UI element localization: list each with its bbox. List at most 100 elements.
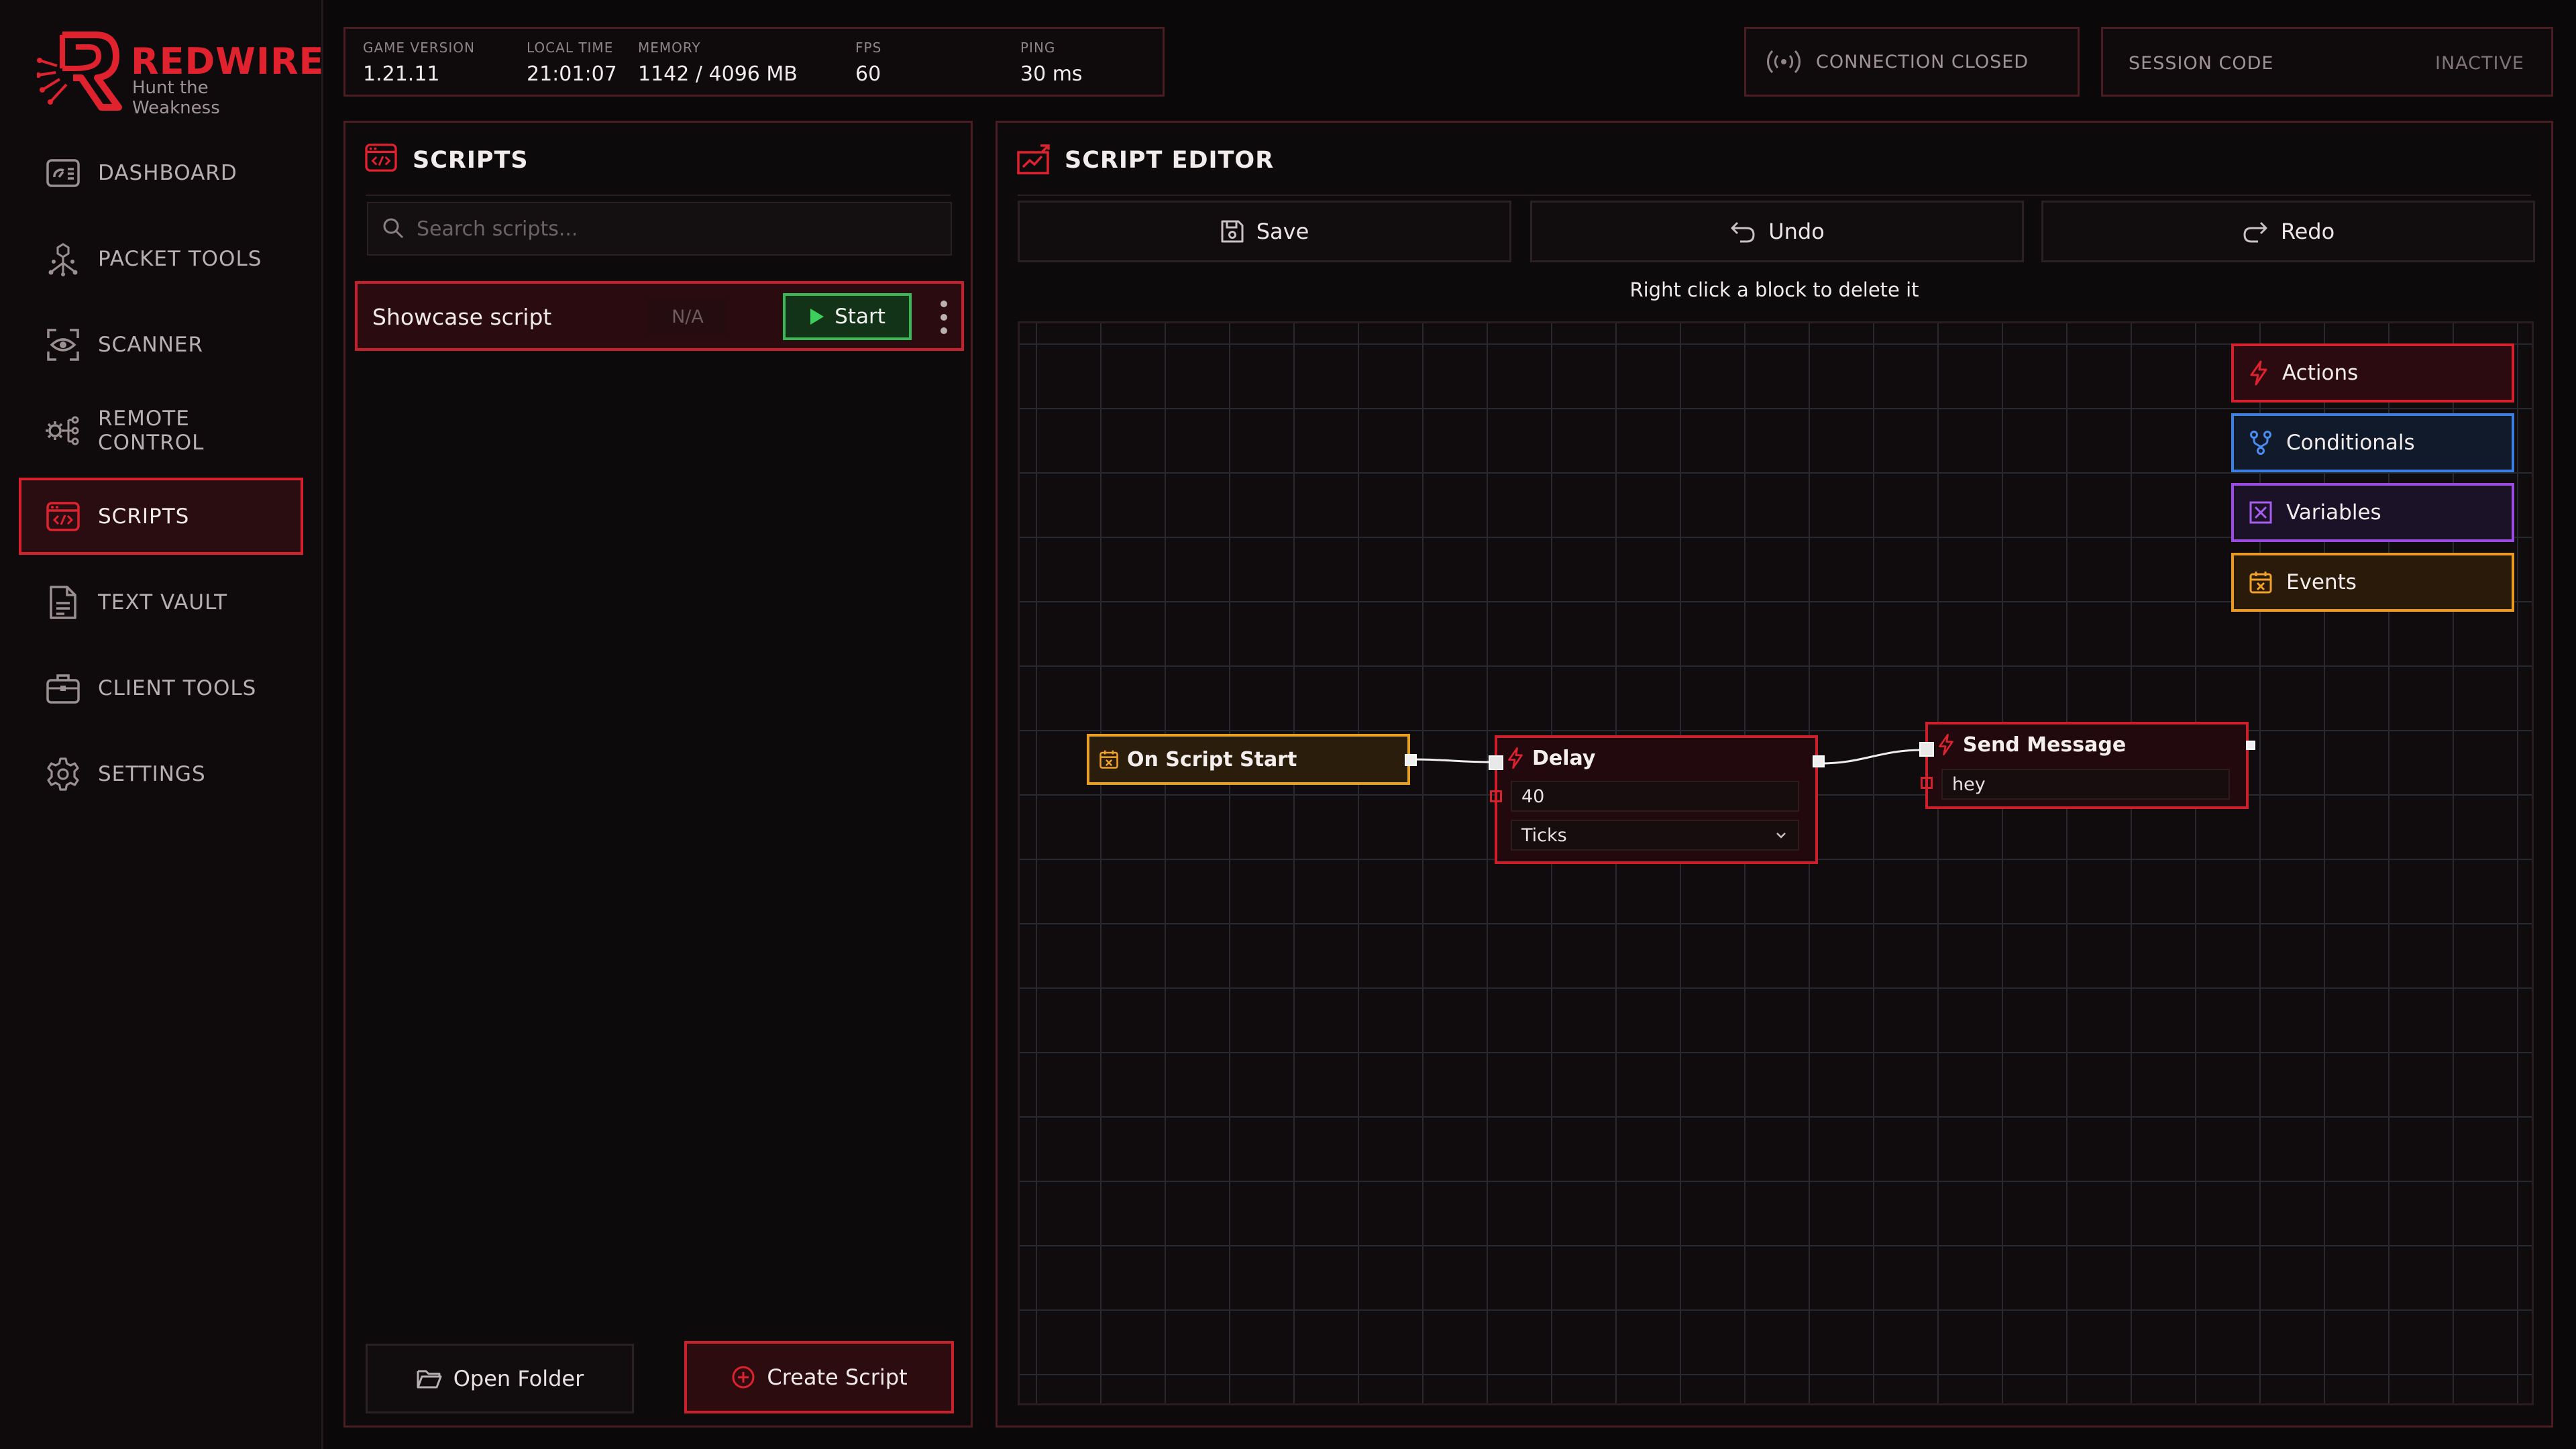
script-list-item[interactable]: Showcase script N/A Start — [355, 281, 964, 351]
palette-variables-label: Variables — [2286, 500, 2381, 525]
sidebar-item-dashboard[interactable]: DASHBOARD — [19, 134, 303, 211]
stat-value: 21:01:07 — [527, 62, 617, 86]
start-label: Start — [835, 305, 885, 329]
stat-label: LOCAL TIME — [527, 40, 614, 56]
node-header: On Script Start — [1089, 737, 1407, 782]
stat-fps: FPS 60 — [855, 40, 881, 86]
redo-label: Redo — [2280, 219, 2335, 244]
node-title: On Script Start — [1127, 747, 1297, 771]
sidebar-item-settings[interactable]: SETTINGS — [19, 735, 303, 812]
script-editor-panel: SCRIPT EDITOR Save Undo Redo Right click… — [996, 121, 2553, 1428]
node-output-port[interactable] — [2246, 741, 2255, 750]
sidebar-item-text-vault[interactable]: TEXT VAULT — [19, 564, 303, 641]
sidebar-nav: DASHBOARD PACKET TOOLS SCANNER REMOTE CO… — [19, 134, 303, 821]
delay-amount-input[interactable]: 40 — [1511, 781, 1799, 812]
undo-label: Undo — [1768, 219, 1825, 244]
stat-memory: MEMORY 1142 / 4096 MB — [638, 40, 798, 86]
sidebar-item-label: TEXT VAULT — [98, 590, 228, 614]
sidebar-item-client-tools[interactable]: CLIENT TOOLS — [19, 649, 303, 727]
redo-button[interactable]: Redo — [2041, 201, 2535, 262]
node-input-port[interactable] — [1919, 742, 1934, 757]
save-icon — [1221, 220, 1244, 243]
script-name: Showcase script — [372, 304, 552, 330]
create-script-button[interactable]: Create Script — [684, 1341, 954, 1413]
lightning-icon — [2250, 360, 2267, 386]
node-input-port[interactable] — [1489, 755, 1503, 770]
sidebar-item-label: SCRIPTS — [98, 504, 190, 529]
app-tagline: Hunt the Weakness — [132, 78, 220, 118]
calendar-event-icon — [1099, 750, 1118, 769]
node-title: Send Message — [1963, 733, 2127, 757]
eye-scan-icon — [44, 326, 82, 364]
delay-unit-value: Ticks — [1521, 824, 1567, 846]
stat-label: GAME VERSION — [363, 40, 475, 56]
stat-game-version: GAME VERSION 1.21.11 — [363, 40, 475, 86]
send-message-input[interactable]: hey — [1941, 769, 2230, 800]
palette-conditionals-label: Conditionals — [2286, 431, 2415, 455]
node-value-port[interactable] — [1490, 790, 1502, 802]
scripts-icon — [44, 498, 82, 535]
node-value-port[interactable] — [1921, 777, 1933, 789]
start-script-button[interactable]: Start — [783, 293, 912, 340]
redwire-logo-icon — [37, 32, 122, 111]
node-output-port[interactable] — [1405, 754, 1417, 766]
briefcase-icon — [44, 669, 82, 707]
palette-variables-button[interactable]: Variables — [2231, 483, 2514, 542]
wire-delay-to-send — [1819, 749, 1923, 765]
node-delay[interactable]: Delay 40 Ticks — [1489, 735, 1825, 864]
session-code[interactable]: SESSION CODE INACTIVE — [2101, 27, 2553, 97]
palette-conditionals-button[interactable]: Conditionals — [2231, 413, 2514, 472]
connection-status[interactable]: CONNECTION CLOSED — [1744, 27, 2080, 97]
delay-unit-select[interactable]: Ticks — [1511, 820, 1799, 851]
palette-actions-label: Actions — [2282, 361, 2359, 385]
more-options-icon[interactable] — [934, 297, 953, 337]
node-title: Delay — [1532, 746, 1596, 770]
palette-events-label: Events — [2286, 570, 2357, 594]
script-search[interactable] — [367, 202, 952, 256]
delay-amount-value: 40 — [1521, 786, 1545, 807]
dashboard-icon — [44, 154, 82, 192]
undo-button[interactable]: Undo — [1530, 201, 2024, 262]
redo-icon — [2243, 221, 2267, 243]
node-canvas[interactable]: Actions Conditionals Variables Events On… — [1018, 321, 2534, 1405]
palette-events-button[interactable]: Events — [2231, 553, 2514, 612]
sidebar-item-scripts[interactable]: SCRIPTS — [19, 478, 303, 555]
broadcast-icon — [1765, 48, 1803, 75]
stat-label: PING — [1020, 40, 1056, 56]
sidebar-item-packet-tools[interactable]: PACKET TOOLS — [19, 220, 303, 297]
variable-icon — [2249, 501, 2272, 524]
sidebar-item-label: REMOTE CONTROL — [98, 406, 205, 455]
packet-tools-icon — [44, 240, 82, 278]
folder-icon — [417, 1370, 442, 1389]
scripts-panel-header: SCRIPTS — [364, 143, 529, 178]
scripts-panel: SCRIPTS Showcase script N/A Start Open F… — [343, 121, 973, 1428]
node-send-message[interactable]: Send Message hey — [1919, 722, 2255, 809]
sidebar-item-remote-control[interactable]: REMOTE CONTROL — [19, 392, 303, 469]
stats-bar: GAME VERSION 1.21.11 LOCAL TIME 21:01:07… — [343, 27, 1165, 97]
node-header: Send Message — [1928, 724, 2246, 765]
sidebar-item-label: SCANNER — [98, 332, 204, 357]
sidebar-item-label: CLIENT TOOLS — [98, 676, 257, 700]
node-output-port[interactable] — [1813, 755, 1825, 767]
stat-label: MEMORY — [638, 40, 701, 56]
save-label: Save — [1256, 219, 1309, 244]
stat-value: 1.21.11 — [363, 62, 440, 86]
editor-panel-title: SCRIPT EDITOR — [1065, 147, 1275, 174]
node-header: Delay — [1497, 738, 1815, 778]
stat-value: 30 ms — [1020, 62, 1083, 86]
sidebar-item-label: PACKET TOOLS — [98, 246, 262, 271]
save-button[interactable]: Save — [1018, 201, 1511, 262]
connection-label: CONNECTION CLOSED — [1816, 51, 2029, 72]
script-status: N/A — [647, 297, 728, 336]
stat-ping: PING 30 ms — [1020, 40, 1083, 86]
app-logo: REDWIRE Hunt the Weakness — [37, 28, 323, 118]
stat-value: 60 — [855, 62, 881, 86]
sidebar-item-scanner[interactable]: SCANNER — [19, 306, 303, 383]
stat-value: 1142 / 4096 MB — [638, 62, 798, 86]
node-on-script-start[interactable]: On Script Start — [1087, 734, 1417, 785]
search-input[interactable] — [417, 217, 940, 241]
open-folder-button[interactable]: Open Folder — [366, 1344, 634, 1413]
calendar-event-icon — [2249, 572, 2272, 594]
palette-actions-button[interactable]: Actions — [2231, 343, 2514, 402]
play-icon — [810, 309, 824, 325]
